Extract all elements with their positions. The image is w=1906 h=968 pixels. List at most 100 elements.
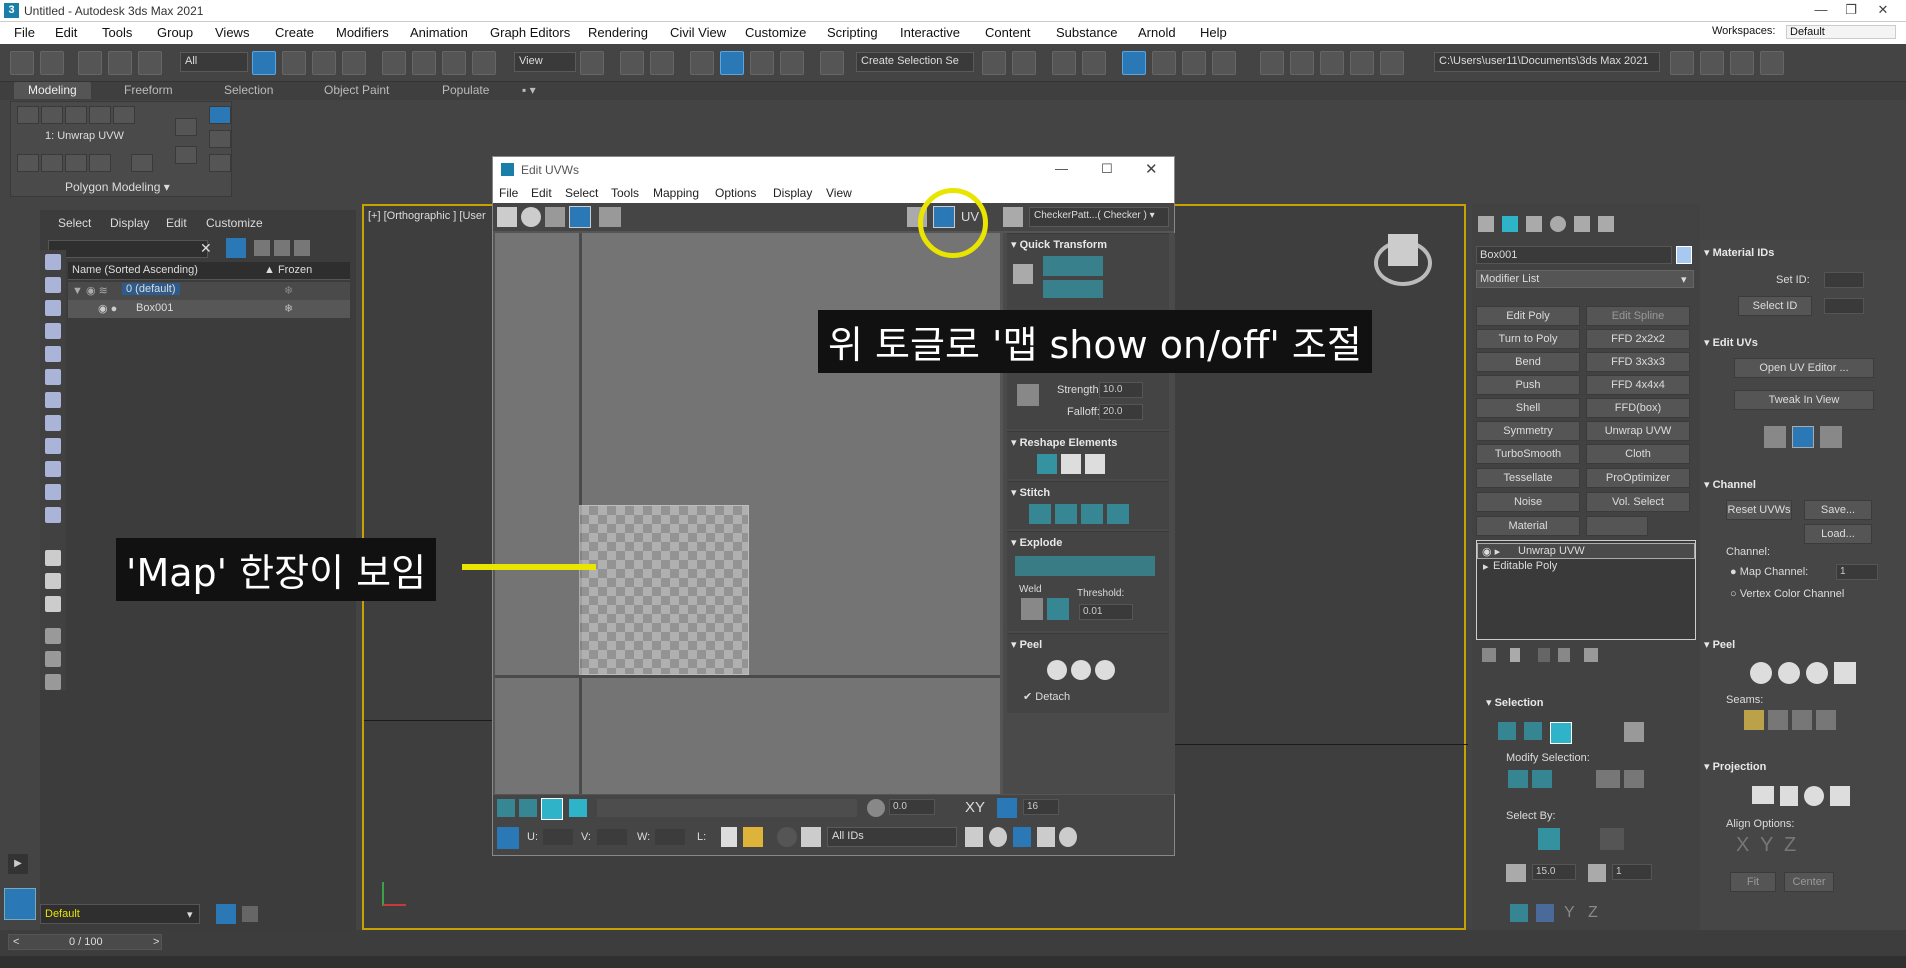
filter-funnel-icon[interactable] <box>45 628 61 644</box>
lock-selection-icon[interactable] <box>721 827 737 847</box>
strength-spinner[interactable]: 10.0 <box>1099 382 1143 398</box>
pivot-point-icon[interactable] <box>580 51 604 75</box>
id-spinner[interactable]: 1 <box>1612 864 1652 880</box>
menu-edit[interactable]: Edit <box>55 25 77 40</box>
uvw-rotate-icon[interactable] <box>521 207 541 227</box>
hide-icon[interactable] <box>743 827 763 847</box>
configure-sets-icon[interactable] <box>1584 648 1598 662</box>
mirror-selection-icon[interactable] <box>1510 904 1528 922</box>
make-unique-icon[interactable] <box>1538 648 1550 662</box>
spherical-map-icon[interactable] <box>1804 786 1824 806</box>
edit-spline-button[interactable]: Edit Spline <box>1586 306 1690 326</box>
uvw-menu-view[interactable]: View <box>826 186 852 200</box>
menu-content[interactable]: Content <box>985 25 1031 40</box>
ffd-box-button[interactable]: FFD(box) <box>1586 398 1690 418</box>
list-item[interactable]: ▼ ◉ ≋ 0 (default) ❄ <box>68 282 350 300</box>
explode-title[interactable]: ▾ Explode <box>1011 536 1062 549</box>
projection-title[interactable]: ▾ Projection <box>1704 760 1766 773</box>
ribbon-side-2-icon[interactable] <box>209 106 231 124</box>
filter-funnel-2-icon[interactable] <box>45 651 61 667</box>
map-channel-radio[interactable]: ● Map Channel: <box>1730 566 1808 578</box>
display-tab-icon[interactable] <box>1574 216 1590 232</box>
display-geometry-icon[interactable] <box>45 254 61 270</box>
reference-coordinate-dropdown[interactable]: View <box>514 52 576 72</box>
peel-icon-3[interactable] <box>1806 662 1828 684</box>
object-color-swatch[interactable] <box>1676 246 1692 264</box>
tab-populate[interactable]: Populate <box>442 83 489 97</box>
selection-set-dropdown[interactable]: Create Selection Se <box>856 52 974 72</box>
uvw-vertex-icon[interactable] <box>497 799 515 817</box>
display-lights-icon[interactable] <box>45 300 61 316</box>
uvw-minimize-button[interactable]: — <box>1055 161 1068 176</box>
w-input[interactable] <box>655 829 685 845</box>
display-spacewarps-icon[interactable] <box>45 369 61 385</box>
menu-scripting[interactable]: Scripting <box>827 25 878 40</box>
zoom-extents-icon[interactable] <box>1037 827 1055 847</box>
weld-icon-2[interactable] <box>1047 598 1069 620</box>
uvw-menu-options[interactable]: Options <box>715 186 756 200</box>
box-map-icon[interactable] <box>1830 786 1850 806</box>
cylindrical-map-icon[interactable] <box>1780 786 1798 806</box>
percent-snap-icon[interactable] <box>750 51 774 75</box>
project-new-icon[interactable] <box>1730 51 1754 75</box>
list-item[interactable]: ◉ ● Box001 ❄ <box>68 300 350 318</box>
viewcube-icon[interactable] <box>1388 234 1418 266</box>
link-icon[interactable] <box>78 51 102 75</box>
hierarchy-tab-icon[interactable] <box>1526 216 1542 232</box>
pin-stack-icon[interactable] <box>1482 648 1496 662</box>
stitch-icon-3[interactable] <box>1081 504 1103 524</box>
uvw-menu-tools[interactable]: Tools <box>611 186 639 200</box>
ribbon-tool-3-icon[interactable] <box>65 154 87 172</box>
snaps-toggle-icon[interactable] <box>690 51 714 75</box>
menu-animation[interactable]: Animation <box>410 25 468 40</box>
timeline-track[interactable] <box>0 956 1906 968</box>
minimize-button[interactable]: — <box>1806 2 1836 20</box>
menu-substance[interactable]: Substance <box>1056 25 1117 40</box>
empty-slot-button[interactable] <box>1586 516 1648 536</box>
menu-rendering[interactable]: Rendering <box>588 25 648 40</box>
close-button[interactable]: ✕ <box>1868 2 1898 20</box>
checker-pattern-dropdown[interactable]: CheckerPatt...( Checker ) ▾ <box>1029 207 1169 227</box>
ribbon-side-3-icon[interactable] <box>209 130 231 148</box>
display-shapes-icon[interactable] <box>45 277 61 293</box>
next-frame-icon[interactable]: > <box>153 936 159 948</box>
menu-customize[interactable]: Customize <box>745 25 806 40</box>
edge-select-icon[interactable] <box>1524 722 1542 740</box>
pan-icon[interactable] <box>965 827 983 847</box>
uvw-maximize-button[interactable]: ☐ <box>1101 161 1113 177</box>
display-hidden-icon[interactable] <box>45 507 61 523</box>
project-settings-icon[interactable] <box>1760 51 1784 75</box>
explorer-menu-select[interactable]: Select <box>58 216 91 230</box>
uvw-selection-tools-icon[interactable] <box>597 799 857 817</box>
peel-icon-2[interactable] <box>1778 662 1800 684</box>
display-helpers-icon[interactable] <box>45 346 61 362</box>
align-z-button[interactable]: Z <box>1784 834 1796 857</box>
tab-modeling[interactable]: Modeling <box>14 82 91 99</box>
tweak-in-view-button[interactable]: Tweak In View <box>1734 390 1874 410</box>
straighten-icon[interactable] <box>1037 454 1057 474</box>
redo-icon[interactable] <box>40 51 64 75</box>
curve-editor-icon[interactable] <box>1152 51 1176 75</box>
planar-angle-icon[interactable] <box>1506 864 1526 882</box>
explorer-menu-edit[interactable]: Edit <box>166 216 187 230</box>
tessellate-button[interactable]: Tessellate <box>1476 468 1580 488</box>
menu-tools[interactable]: Tools <box>102 25 132 40</box>
uvw-close-button[interactable]: ✕ <box>1145 160 1158 178</box>
stack-item-unwrap-uvw[interactable]: ◉ ▸ Unwrap UVW <box>1477 543 1695 559</box>
align-pivot-icon[interactable] <box>1013 264 1033 284</box>
select-and-scale-icon[interactable] <box>442 51 466 75</box>
ffd-4x4x4-button[interactable]: FFD 4x4x4 <box>1586 375 1690 395</box>
stitch-icon-4[interactable] <box>1107 504 1129 524</box>
turbosmooth-button[interactable]: TurboSmooth <box>1476 444 1580 464</box>
material-ids-title[interactable]: ▾ Material IDs <box>1704 246 1774 259</box>
select-and-place-icon[interactable] <box>472 51 496 75</box>
uvw-menu-select[interactable]: Select <box>565 186 598 200</box>
render-setup-icon[interactable] <box>1260 51 1284 75</box>
shape-box-icon[interactable] <box>1085 454 1105 474</box>
peel-icon-4[interactable] <box>1834 662 1856 684</box>
menu-civil-view[interactable]: Civil View <box>670 25 726 40</box>
utilities-tab-icon[interactable] <box>1598 216 1614 232</box>
uvw-menu-mapping[interactable]: Mapping <box>653 186 699 200</box>
uvw-mirror-icon[interactable] <box>599 207 621 227</box>
uvw-freeform-icon[interactable] <box>569 206 591 228</box>
